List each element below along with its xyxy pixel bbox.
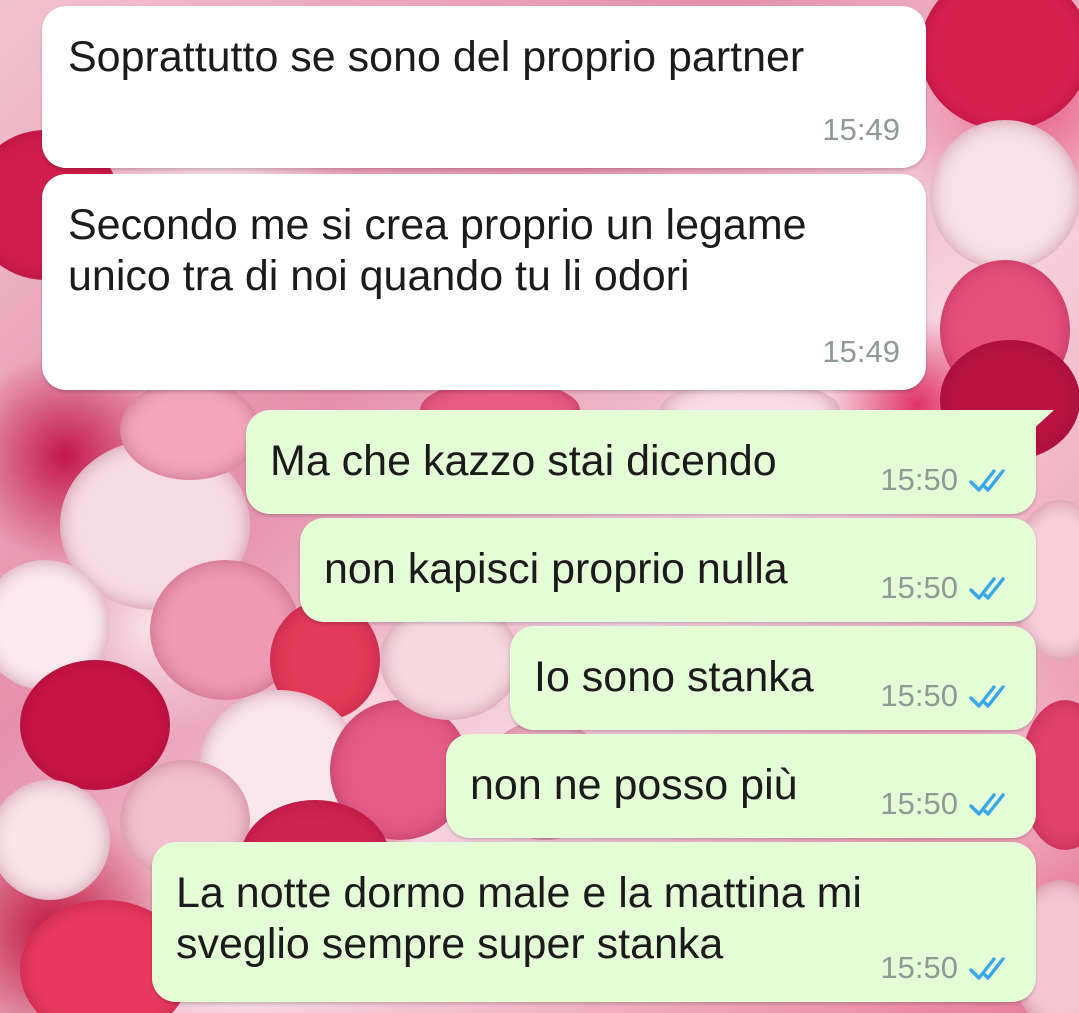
message-text: Soprattutto se sono del proprio partner — [68, 33, 805, 81]
message-text: non ne posso più — [470, 761, 798, 809]
incoming-message[interactable]: Secondo me si crea proprio un legame uni… — [42, 174, 926, 390]
double-check-icon — [969, 469, 1005, 492]
message-time: 15:50 — [880, 678, 958, 713]
double-check-icon — [969, 685, 1005, 708]
message-time: 15:50 — [880, 570, 958, 605]
message-time: 15:49 — [822, 334, 900, 369]
message-time: 15:50 — [880, 786, 958, 821]
message-meta: 15:50 — [880, 678, 1014, 714]
message-meta: 15:49 — [822, 112, 900, 148]
message-meta: 15:50 — [880, 950, 1014, 986]
message-text: La notte dormo male e la mattina mi sveg… — [176, 869, 862, 968]
message-meta: 15:49 — [822, 334, 900, 370]
message-list: Soprattutto se sono del proprio partner … — [0, 0, 1079, 1013]
outgoing-message[interactable]: non kapisci proprio nulla 15:50 — [300, 518, 1036, 622]
outgoing-message[interactable]: Ma che kazzo stai dicendo 15:50 — [246, 410, 1054, 514]
message-meta: 15:50 — [880, 786, 1014, 822]
bubble-tail — [1028, 410, 1054, 434]
outgoing-message[interactable]: La notte dormo male e la mattina mi sveg… — [152, 842, 1036, 1002]
double-check-icon — [969, 793, 1005, 816]
outgoing-message[interactable]: non ne posso più 15:50 — [446, 734, 1036, 838]
message-time: 15:49 — [822, 112, 900, 147]
message-text: Io sono stanka — [534, 653, 814, 701]
double-check-icon — [969, 577, 1005, 600]
incoming-message[interactable]: Soprattutto se sono del proprio partner … — [42, 6, 926, 168]
message-text: Ma che kazzo stai dicendo — [270, 437, 777, 485]
message-time: 15:50 — [880, 950, 958, 985]
double-check-icon — [969, 957, 1005, 980]
message-time: 15:50 — [880, 462, 958, 497]
message-text: Secondo me si crea proprio un legame uni… — [68, 201, 819, 300]
message-text: non kapisci proprio nulla — [324, 545, 788, 593]
outgoing-message[interactable]: Io sono stanka 15:50 — [510, 626, 1036, 730]
message-meta: 15:50 — [880, 462, 1014, 498]
message-meta: 15:50 — [880, 570, 1014, 606]
